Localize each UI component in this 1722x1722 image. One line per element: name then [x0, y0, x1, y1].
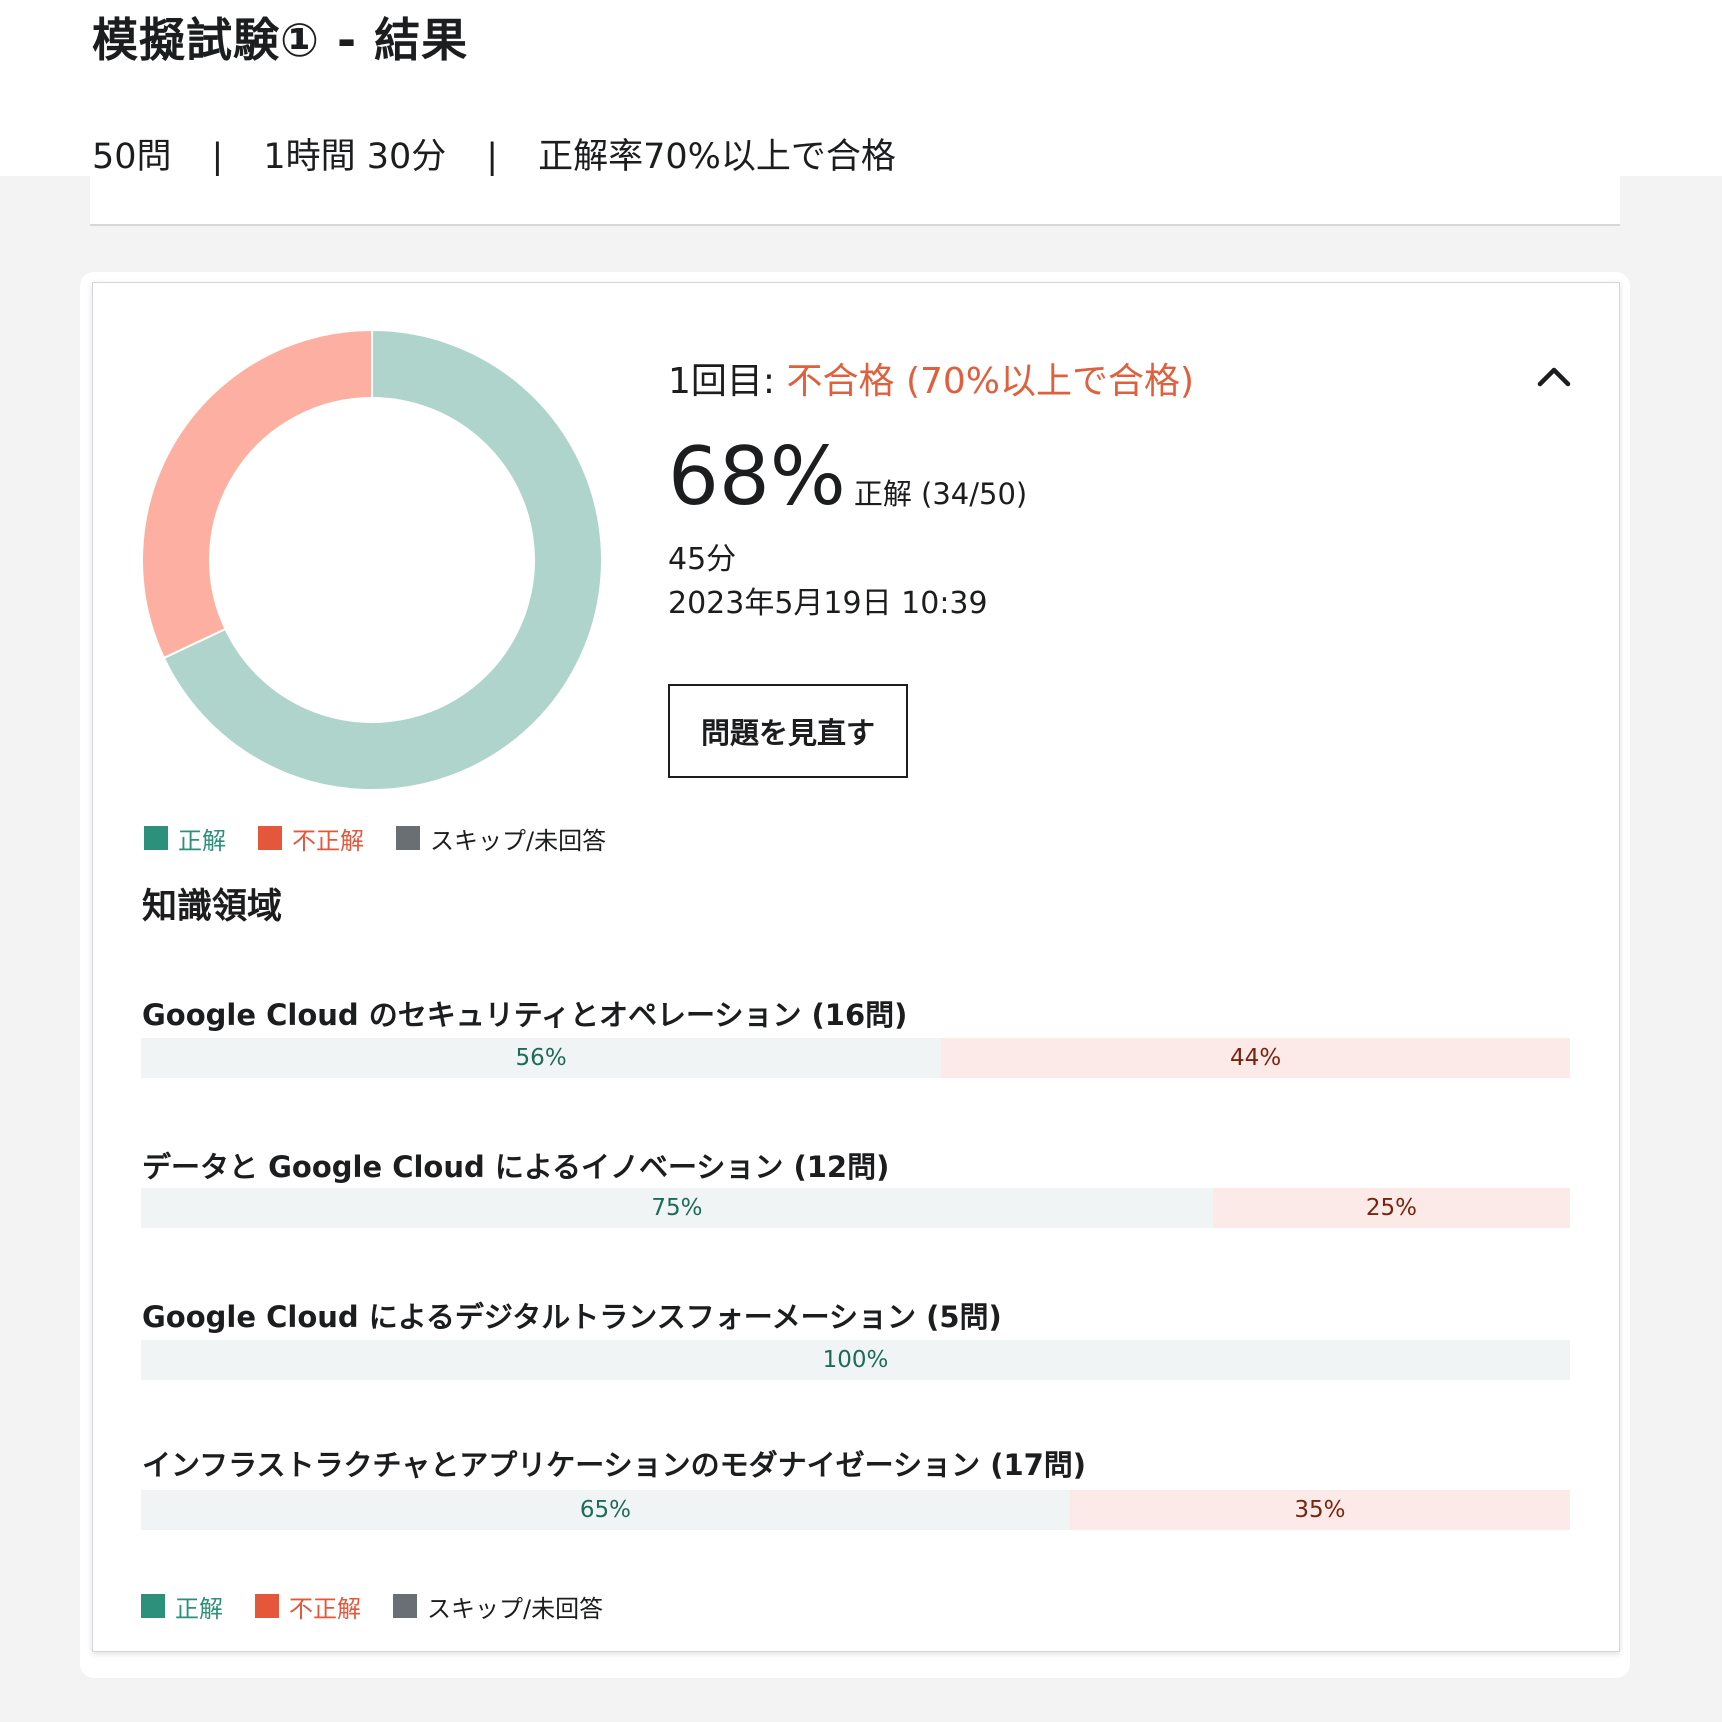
- time-limit: 1時間 30分: [263, 137, 447, 177]
- legend-label: 正解: [175, 1594, 223, 1623]
- bar-segment-correct: 100%: [141, 1340, 1570, 1380]
- score-summary: 68% 正解 (34/50): [668, 430, 1027, 523]
- attempt-label: 1回目:: [668, 361, 776, 402]
- bar-segment-correct: 65%: [141, 1490, 1070, 1530]
- fail-status: 不合格 (70%以上で合格): [786, 361, 1195, 402]
- domain-result-bar: 75% 25%: [141, 1188, 1570, 1228]
- domain-result-bar: 56% 44%: [141, 1038, 1570, 1078]
- page-header: 模擬試験① - 結果 50問 | 1時間 30分 | 正解率70%以上で合格: [0, 0, 1722, 179]
- legend-swatch: [258, 826, 282, 850]
- legend-swatch: [396, 826, 420, 850]
- legend-label: スキップ/未回答: [430, 826, 607, 855]
- review-questions-button[interactable]: 問題を見直す: [668, 684, 908, 778]
- legend-item: 正解: [144, 821, 226, 856]
- legend-item: スキップ/未回答: [396, 821, 606, 856]
- pass-criteria: 正解率70%以上で合格: [538, 137, 896, 177]
- chevron-up-icon[interactable]: [1534, 362, 1574, 390]
- meta-separator: |: [211, 137, 224, 177]
- domain-legend: 正解 不正解 スキップ/未回答: [141, 1589, 635, 1624]
- elapsed-time: 45分: [668, 542, 737, 577]
- bar-segment-correct: 75%: [141, 1188, 1213, 1228]
- collapsed-card: [90, 176, 1620, 226]
- domain-title: Google Cloud によるデジタルトランスフォーメーション (5問): [142, 1300, 1002, 1334]
- domain-title: データと Google Cloud によるイノベーション (12問): [142, 1150, 890, 1184]
- legend-swatch: [393, 1594, 417, 1618]
- legend-label: 不正解: [292, 826, 364, 855]
- bar-segment-incorrect: 44%: [941, 1038, 1570, 1078]
- score-detail: 正解 (34/50): [853, 477, 1028, 511]
- chart-legend: 正解 不正解 スキップ/未回答: [144, 821, 638, 856]
- score-donut-chart: [141, 328, 603, 791]
- knowledge-areas-title: 知識領域: [142, 887, 283, 927]
- legend-item: 不正解: [255, 1589, 361, 1624]
- meta-separator: |: [486, 137, 499, 177]
- bar-segment-incorrect: 25%: [1212, 1188, 1570, 1228]
- page-title: 模擬試験① - 結果: [92, 13, 469, 67]
- legend-label: 正解: [178, 826, 226, 855]
- domain-result-bar: 100%: [141, 1340, 1570, 1380]
- legend-item: 不正解: [258, 821, 364, 856]
- legend-label: スキップ/未回答: [427, 1594, 604, 1623]
- legend-item: スキップ/未回答: [393, 1589, 603, 1624]
- legend-swatch: [255, 1594, 279, 1618]
- legend-label: 不正解: [289, 1594, 361, 1623]
- attempt-datetime: 2023年5月19日 10:39: [668, 586, 988, 621]
- legend-swatch: [144, 826, 168, 850]
- domain-result-bar: 65% 35%: [141, 1490, 1570, 1530]
- question-count: 50問: [92, 137, 172, 177]
- bar-segment-correct: 56%: [141, 1038, 942, 1078]
- legend-item: 正解: [141, 1589, 223, 1624]
- domain-title: インフラストラクチャとアプリケーションのモダナイゼーション (17問): [142, 1448, 1087, 1482]
- exam-meta: 50問 | 1時間 30分 | 正解率70%以上で合格: [92, 128, 896, 179]
- domain-title: Google Cloud のセキュリティとオペレーション (16問): [142, 998, 908, 1032]
- score-percent: 68%: [668, 430, 846, 523]
- bar-segment-incorrect: 35%: [1069, 1490, 1570, 1530]
- donut-slice-incorrect: [141, 328, 373, 660]
- legend-swatch: [141, 1594, 165, 1618]
- attempt-status: 1回目: 不合格 (70%以上で合格): [668, 352, 1194, 404]
